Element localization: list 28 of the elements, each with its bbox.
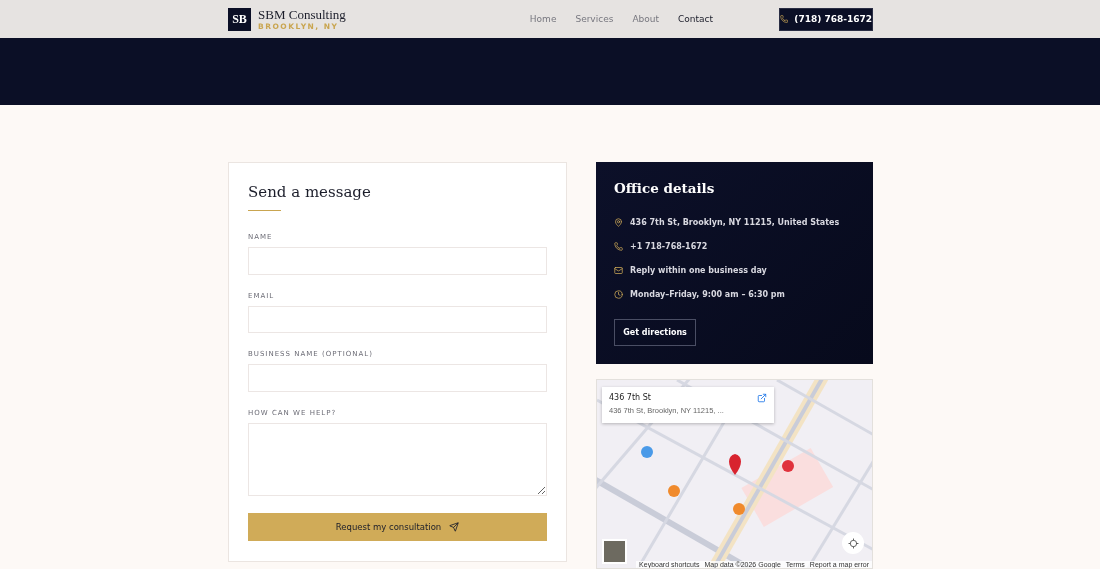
office-detail: 436 7th St, Brooklyn, NY 11215, United States <box>630 217 840 227</box>
input-field[interactable] <box>248 364 547 392</box>
nav-link[interactable]: Home <box>529 14 557 24</box>
phone-icon <box>780 14 789 24</box>
directions-button[interactable]: Get directions <box>614 319 696 346</box>
input-field[interactable] <box>248 305 547 334</box>
nav-link[interactable]: Contact <box>678 14 713 24</box>
brand-name: SBM Consulting <box>258 7 346 21</box>
place-title: 436 7th St <box>609 393 652 402</box>
crosshair-icon <box>847 537 859 549</box>
clock-icon <box>614 289 623 299</box>
send-icon <box>449 522 460 533</box>
logo-mark[interactable]: SB <box>228 7 251 31</box>
office-detail: Reply within one business day <box>630 265 767 275</box>
location-icon <box>614 217 623 227</box>
submit-button[interactable]: Request my consultation <box>248 513 547 541</box>
message-field[interactable] <box>248 422 547 497</box>
phone-icon <box>614 241 623 251</box>
nav-link[interactable]: About <box>632 14 659 24</box>
nav-link[interactable]: Services <box>575 14 614 24</box>
office-detail: +1 718-768-1672 <box>630 241 708 251</box>
office-title: Office details <box>614 180 716 196</box>
form-title: Send a message <box>248 183 372 201</box>
mail-icon <box>614 265 623 275</box>
phone-button[interactable]: (718) 768-1672 <box>779 7 873 31</box>
office-detail: Monday–Friday, 9:00 am – 6:30 pm <box>630 289 785 299</box>
input-field[interactable] <box>248 247 547 275</box>
open-external-icon[interactable] <box>757 393 767 403</box>
